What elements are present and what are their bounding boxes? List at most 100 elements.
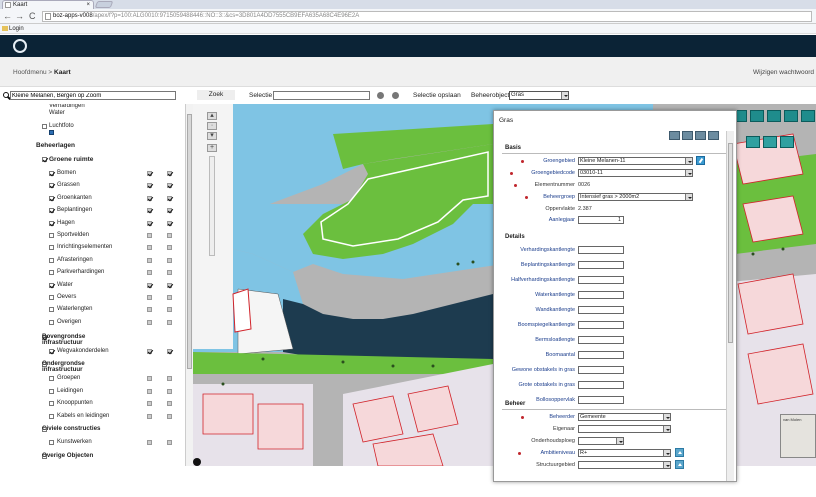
layer-visible-checkbox[interactable] (147, 440, 152, 445)
layer-checkbox[interactable] (49, 257, 54, 263)
zoek-button[interactable]: Zoek (197, 90, 235, 100)
layer-visible-checkbox[interactable] (147, 233, 152, 238)
reload-icon[interactable]: C (29, 11, 36, 21)
back-arrow-icon[interactable]: ← (3, 11, 12, 21)
layer-select-checkbox[interactable] (167, 208, 172, 214)
layer-checkbox[interactable] (49, 245, 54, 251)
layer-visible-checkbox[interactable] (147, 319, 152, 325)
layer-select-checkbox[interactable] (167, 171, 172, 176)
clear-selection-icon[interactable] (377, 92, 384, 99)
polygon-tool-icon[interactable] (801, 110, 815, 122)
layer-checkbox[interactable] (49, 208, 54, 214)
layer-checkbox[interactable] (49, 388, 54, 394)
layer-checkbox[interactable] (49, 401, 54, 406)
layer-checkbox[interactable] (49, 349, 54, 354)
details-input[interactable] (578, 351, 624, 359)
layer-visible-checkbox[interactable] (147, 349, 152, 354)
details-input[interactable] (578, 246, 624, 254)
pan-up-icon[interactable]: ▴ (207, 112, 217, 120)
layer-select-checkbox[interactable] (167, 388, 172, 394)
edit-tool-icon[interactable] (780, 136, 794, 148)
layer-visible-checkbox[interactable] (147, 388, 152, 394)
measure-tool-icon[interactable] (750, 110, 764, 122)
browser-tab[interactable]: Kaart × (2, 0, 94, 9)
eigenaar-select[interactable] (578, 425, 671, 433)
layer-checkbox[interactable] (49, 195, 54, 201)
layer-checkbox[interactable] (49, 319, 54, 325)
layer-checkbox[interactable] (49, 413, 54, 419)
details-input[interactable] (578, 366, 624, 374)
pan-down-icon[interactable]: ▾ (207, 132, 217, 140)
aanlegjaar-input[interactable]: 1 (578, 216, 624, 224)
layer-select-checkbox[interactable] (167, 376, 172, 381)
search-input[interactable] (10, 91, 176, 100)
layer-checkbox[interactable] (49, 183, 54, 189)
groengebied-select[interactable]: Kleine Melanen-11 (578, 157, 693, 165)
layer-visible-checkbox[interactable] (147, 257, 152, 263)
layer-checkbox[interactable] (49, 307, 54, 313)
bookmark-login[interactable]: Login (9, 26, 24, 32)
settings-icon[interactable] (392, 92, 399, 99)
delete-icon[interactable] (695, 131, 706, 140)
draw-tool-icon[interactable] (767, 110, 781, 122)
layer-select-checkbox[interactable] (167, 245, 172, 251)
change-password-link[interactable]: Wijzigen wachtwoord (753, 69, 814, 76)
layer-select-checkbox[interactable] (167, 257, 172, 263)
layer-select-checkbox[interactable] (167, 401, 172, 406)
details-input[interactable] (578, 276, 624, 284)
layer-select-checkbox[interactable] (167, 195, 172, 201)
structuurgebied-select[interactable] (578, 461, 671, 469)
scrollbar-thumb[interactable] (728, 143, 733, 343)
close-icon[interactable]: × (86, 1, 90, 9)
layer-select-checkbox[interactable] (167, 183, 172, 189)
layer-panel-scrollbar[interactable] (185, 104, 193, 466)
layer-visible-checkbox[interactable] (147, 270, 152, 276)
save-icon[interactable] (708, 131, 719, 140)
layer-visible-checkbox[interactable] (147, 245, 152, 251)
new-tab-button[interactable] (94, 1, 114, 8)
scrollbar-thumb[interactable] (187, 114, 192, 369)
zoom-in-icon[interactable]: + (207, 144, 217, 152)
layer-checkbox[interactable] (49, 220, 54, 226)
beheergroep-select[interactable]: Intensief gras > 2000m2 (578, 193, 693, 201)
layer-checkbox[interactable] (49, 376, 54, 381)
layer-checkbox[interactable] (49, 270, 54, 276)
point-tool-icon[interactable] (746, 136, 760, 148)
zoom-slider[interactable] (209, 156, 215, 256)
layer-checkbox[interactable] (49, 440, 54, 445)
copy-icon[interactable] (682, 131, 693, 140)
layer-checkbox[interactable] (49, 282, 54, 288)
layer-checkbox[interactable] (42, 124, 47, 129)
layer-visible-checkbox[interactable] (147, 295, 152, 300)
add-icon[interactable] (669, 131, 680, 140)
group-checkbox[interactable] (42, 157, 47, 162)
layer-select-checkbox[interactable] (167, 295, 172, 300)
groengebiedcode-select[interactable]: 03010-11 (578, 169, 693, 177)
details-input[interactable] (578, 306, 624, 314)
details-input[interactable] (578, 396, 624, 404)
details-input[interactable] (578, 261, 624, 269)
beheerobject-select[interactable]: Gras (509, 91, 569, 100)
layer-checkbox[interactable] (49, 295, 54, 300)
selectie-opslaan-button[interactable]: Selectie opslaan (413, 92, 461, 99)
layer-visible-checkbox[interactable] (147, 307, 152, 313)
layer-select-checkbox[interactable] (167, 319, 172, 325)
layer-visible-checkbox[interactable] (147, 208, 152, 214)
layer-visible-checkbox[interactable] (147, 220, 152, 226)
layer-select-checkbox[interactable] (167, 413, 172, 419)
layer-visible-checkbox[interactable] (147, 183, 152, 189)
upload-icon[interactable] (675, 448, 684, 457)
overview-map[interactable]: van Molen (780, 414, 816, 458)
ambitieniveau-select[interactable]: R+ (578, 449, 671, 457)
pan-center-icon[interactable]: · (207, 122, 217, 130)
forward-arrow-icon[interactable]: → (15, 11, 24, 21)
layer-select-checkbox[interactable] (167, 282, 172, 288)
layer-visible-checkbox[interactable] (147, 376, 152, 381)
details-input[interactable] (578, 381, 624, 389)
layer-visible-checkbox[interactable] (147, 195, 152, 201)
details-input[interactable] (578, 291, 624, 299)
layer-select-checkbox[interactable] (167, 270, 172, 276)
layer-select-checkbox[interactable] (167, 307, 172, 313)
url-input[interactable]: boz-apps-v008/apex/f?p=100:ALG0010:97150… (42, 11, 812, 22)
popup-scrollbar[interactable] (726, 131, 734, 481)
